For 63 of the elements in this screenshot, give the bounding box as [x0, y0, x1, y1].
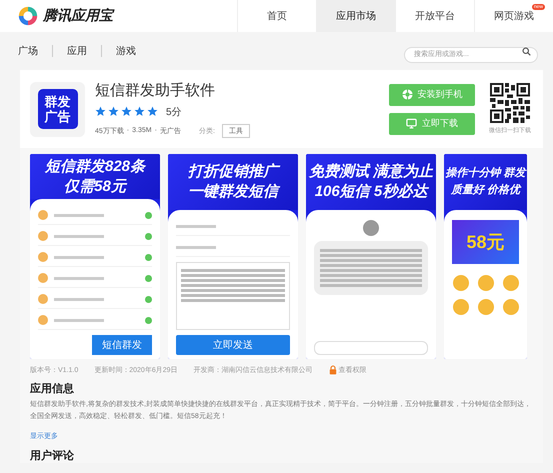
star-icon: [147, 106, 158, 117]
group-avatar-icon: [38, 294, 48, 304]
rating-score: 5分: [166, 106, 182, 118]
avatar-icon: [363, 220, 379, 236]
screenshot-headline: 106短信 5秒必达: [314, 182, 428, 202]
text-line: [54, 276, 104, 280]
feature-icon: [502, 299, 518, 315]
feature-icon: [478, 275, 494, 291]
qr-code: [490, 83, 530, 123]
text-line: [54, 234, 104, 238]
lock-icon: [328, 365, 337, 375]
text-line: [54, 256, 104, 258]
screenshot-headline: 一键群发短信: [188, 182, 278, 202]
feature-icon: [452, 275, 468, 291]
text-line: [54, 298, 104, 300]
star-icon: [95, 106, 106, 117]
monitor-icon: [406, 118, 417, 129]
app-icon: 群发 广告: [38, 89, 78, 129]
group-avatar-icon: [38, 273, 48, 283]
section-heading: 应用信息: [30, 382, 75, 396]
app-screenshot[interactable]: 免费测试 满意为止 106短信 5秒必达: [306, 154, 436, 359]
text-line: [54, 214, 104, 216]
feature-icon: [502, 275, 518, 291]
group-avatar-icon: [38, 231, 48, 241]
star-icon: [134, 106, 145, 117]
section-heading: 用户评论: [30, 448, 75, 463]
check-icon: [145, 232, 152, 240]
nav-tab[interactable]: 应用市场: [317, 0, 395, 32]
screenshot-headline: 免费测试 满意为止: [308, 162, 434, 182]
check-icon: [145, 212, 152, 218]
screenshot-headline: 短信群发828条: [44, 156, 146, 176]
group-avatar-icon: [38, 210, 48, 220]
text-line: [54, 318, 104, 322]
feature-icon: [478, 299, 494, 315]
category-link[interactable]: 应用: [67, 44, 87, 58]
star-icon: [108, 106, 119, 117]
category-link[interactable]: 游戏: [116, 44, 136, 58]
search-icon[interactable]: [522, 46, 531, 56]
send-now-button: 立即发送: [176, 335, 290, 355]
screenshot-headline: 质量好 价格优: [450, 182, 520, 198]
check-icon: [145, 274, 152, 282]
check-icon: [145, 254, 152, 260]
text-line: [176, 246, 216, 248]
group-avatar-icon: [38, 252, 48, 262]
app-logo-icon: [402, 89, 412, 100]
logo-text[interactable]: 腾讯应用宝: [43, 7, 113, 25]
screenshot-headline: 操作十分钟 群发: [445, 166, 526, 181]
category-link[interactable]: 广场: [18, 44, 38, 58]
check-icon: [145, 316, 152, 324]
screenshot-headline: 仅需58元: [64, 176, 126, 196]
text-line: [176, 224, 216, 228]
group-avatar-icon: [38, 315, 48, 325]
feature-icon: [452, 299, 468, 315]
app-screenshot[interactable]: 短信群发828条 仅需58元 短信群发: [30, 154, 160, 359]
check-icon: [145, 296, 152, 302]
app-title: 短信群发助手软件: [95, 80, 216, 100]
promo-banner: 58元: [452, 220, 519, 264]
screenshot-headline: 打折促销推广: [188, 162, 278, 182]
send-sms-button: 短信群发: [92, 335, 152, 355]
app-screenshot[interactable]: 打折促销推广 一键群发短信 立即发送: [168, 154, 298, 359]
app-screenshot[interactable]: 操作十分钟 群发 质量好 价格优 58元: [444, 154, 527, 359]
star-icon: [121, 106, 132, 117]
logo-icon: [17, 5, 39, 27]
